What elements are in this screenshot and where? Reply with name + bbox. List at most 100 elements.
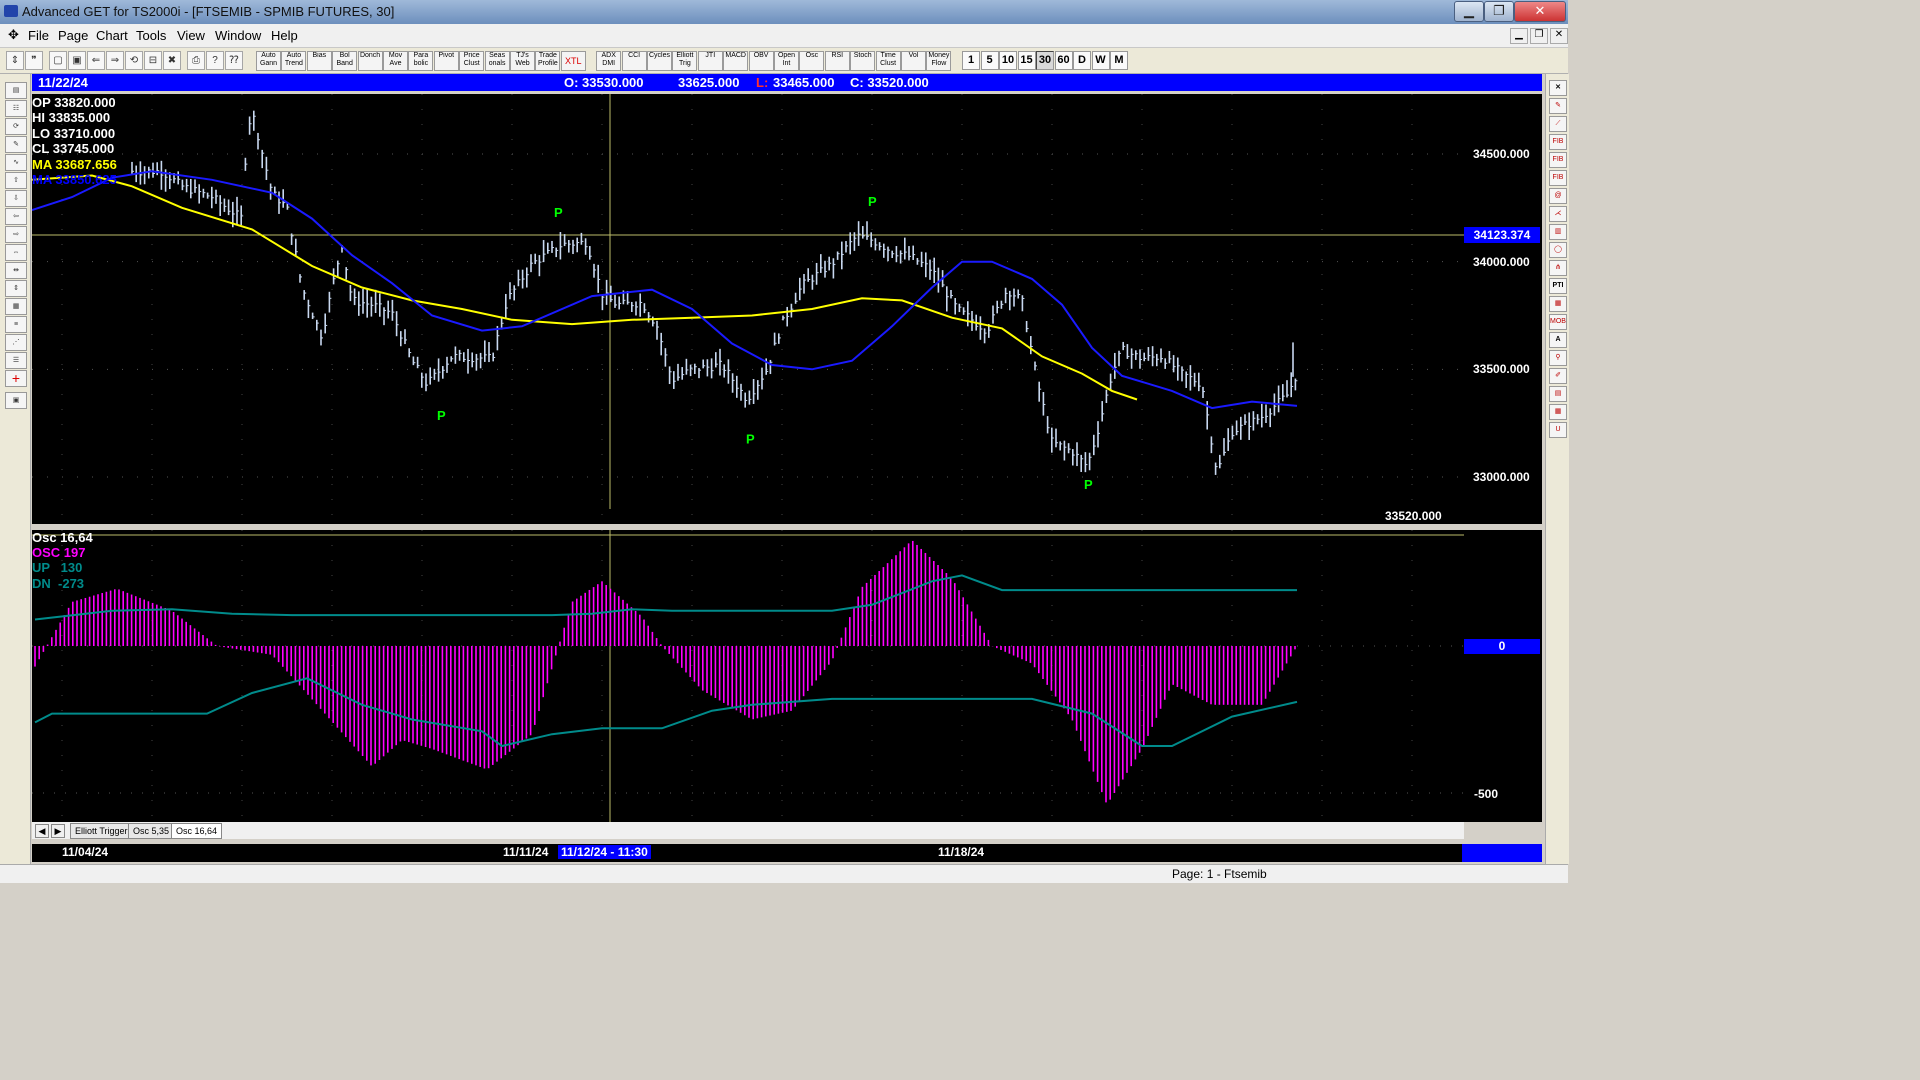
delete-icon[interactable]: ✖ [163, 51, 181, 70]
timeframe-15[interactable]: 15 [1017, 51, 1036, 70]
study-icon[interactable]: ✎ [5, 136, 27, 153]
fib-time-icon[interactable]: FIB [1549, 170, 1567, 186]
gann-fan-icon[interactable]: ⋰ [5, 334, 27, 351]
study-button-osc[interactable]: Osc [799, 51, 825, 71]
study-button-obv[interactable]: OBV [748, 51, 774, 71]
tab-elliott-trigger[interactable]: Elliott Trigger [70, 823, 133, 839]
menu-view[interactable]: View [177, 28, 205, 43]
mob-icon[interactable]: MOB [1549, 314, 1567, 330]
timeframe-30[interactable]: 30 [1036, 51, 1054, 70]
fib-ext-icon[interactable]: FIB [1549, 152, 1567, 168]
tab-osc-16-64[interactable]: Osc 16,64 [171, 823, 223, 839]
menu-help[interactable]: Help [271, 28, 298, 43]
fan-icon[interactable]: ⋌ [1549, 206, 1567, 222]
study-button-open-int[interactable]: Open Int [774, 51, 799, 71]
menu-file[interactable]: File [28, 28, 49, 43]
tab-scroll-right[interactable]: ▶ [51, 824, 65, 838]
study-button-cycles[interactable]: Cycles [647, 51, 672, 71]
study-button-auto-gann[interactable]: Auto Gann [256, 51, 281, 71]
mdi-restore-button[interactable]: ❐ [1530, 28, 1548, 44]
study-button-donch[interactable]: Donch [357, 51, 383, 71]
study-button-money-flow[interactable]: Money Flow [926, 51, 952, 71]
timeframe-60[interactable]: 60 [1054, 51, 1073, 70]
open-icon[interactable]: ▤ [5, 82, 27, 99]
timeframe-5[interactable]: 5 [980, 51, 999, 70]
right-arrow-icon[interactable]: ⇨ [5, 226, 27, 243]
menu-tools[interactable]: Tools [136, 28, 166, 43]
study-button-trade-profile[interactable]: Trade Profile [535, 51, 561, 71]
down-arrow-icon[interactable]: ⇩ [5, 190, 27, 207]
zoom-icon[interactable]: ⚲ [1549, 350, 1567, 366]
forward-icon[interactable]: ⇒ [106, 51, 124, 70]
table-icon[interactable]: ▤ [1549, 386, 1567, 402]
back-icon[interactable]: ⇐ [87, 51, 105, 70]
timeframe-w[interactable]: W [1091, 51, 1110, 70]
timeframe-1[interactable]: 1 [962, 51, 980, 70]
compress-icon[interactable]: ⇹ [5, 262, 27, 279]
context-help-icon[interactable]: ⁇ [225, 51, 243, 70]
grid-icon[interactable]: ▦ [5, 298, 27, 315]
study-button-jti[interactable]: JTI [697, 51, 723, 71]
fib-retrace-icon[interactable]: FIB [1549, 134, 1567, 150]
print-icon[interactable]: ⎙ [187, 51, 205, 70]
pencil-icon[interactable]: ✎ [1549, 98, 1567, 114]
study-button-rsi[interactable]: RSI [824, 51, 850, 71]
mdi-minimize-button[interactable]: ▁ [1510, 28, 1528, 44]
study-button-pivot[interactable]: Pivot [433, 51, 459, 71]
study-button-bol-band[interactable]: Bol Band [332, 51, 358, 71]
crosshair-icon[interactable]: + [5, 370, 27, 387]
tab-osc-5-35[interactable]: Osc 5,35 [128, 823, 175, 839]
fib-icon[interactable]: ☰ [5, 352, 27, 369]
quote-icon[interactable]: ❞ [25, 51, 43, 70]
magnet-icon[interactable]: U [1549, 422, 1567, 438]
study-button-xtl[interactable]: XTL [560, 51, 586, 71]
save-icon[interactable]: ▣ [5, 392, 27, 409]
highlighter-icon[interactable]: ✐ [1549, 368, 1567, 384]
maximize-button[interactable]: ❐ [1484, 1, 1514, 22]
new-page-icon[interactable]: ▢ [49, 51, 67, 70]
study-button-vol[interactable]: Vol [901, 51, 926, 71]
text-icon[interactable]: A [1549, 332, 1567, 348]
reset-icon[interactable]: ⟳ [5, 118, 27, 135]
price-chart-panel[interactable]: P P P P P OP 33820.000 HI 33835.000 LO 33710… [32, 94, 1538, 524]
study-button-auto-trend[interactable]: Auto Trend [281, 51, 307, 71]
left-arrow-icon[interactable]: ⇦ [5, 208, 27, 225]
zoom-out-icon[interactable]: ⊟ [144, 51, 162, 70]
study-button-cci[interactable]: CCI [621, 51, 647, 71]
pti-icon[interactable]: PTI [1549, 278, 1567, 294]
menu-window[interactable]: Window [215, 28, 261, 43]
close-button[interactable]: ✕ [1514, 1, 1566, 22]
pitchfork-icon[interactable]: ⋔ [1549, 260, 1567, 276]
channel-icon[interactable]: ▥ [1549, 224, 1567, 240]
study-button-stoch[interactable]: Stoch [850, 51, 876, 71]
study-button-mov-ave[interactable]: Mov Ave [383, 51, 408, 71]
vertical-zoom-icon[interactable]: ⇕ [5, 280, 27, 297]
menu-chart[interactable]: Chart [96, 28, 128, 43]
study-button-elliott-trig[interactable]: Elliott Trig [672, 51, 698, 71]
copy-page-icon[interactable]: ▣ [68, 51, 86, 70]
study-button-time-clust[interactable]: Time Clust [875, 51, 901, 71]
mdi-close-button[interactable]: ✕ [1550, 28, 1568, 44]
minimize-button[interactable]: ▁ [1454, 1, 1484, 22]
cross-cursor-icon[interactable]: ✕ [1549, 80, 1567, 96]
tab-scroll-left[interactable]: ◀ [35, 824, 49, 838]
study-button-price-clust[interactable]: Price Clust [459, 51, 485, 71]
study-button-adx-dmi[interactable]: ADX DMI [596, 51, 622, 71]
refresh-icon[interactable]: ⟲ [125, 51, 143, 70]
oscillator-panel[interactable]: Osc 16,64 OSC 197 UP 130 DN -273 [32, 530, 1464, 822]
grid-icon[interactable]: ▦ [1549, 296, 1567, 312]
pin-icon[interactable]: ⇕ [6, 51, 24, 70]
expand-icon[interactable]: ⇔ [5, 244, 27, 261]
timeframe-m[interactable]: M [1110, 51, 1128, 70]
menu-page[interactable]: Page [58, 28, 88, 43]
up-arrow-icon[interactable]: ⇧ [5, 172, 27, 189]
elliott-icon[interactable]: ∿ [5, 154, 27, 171]
study-button-bias[interactable]: Bias [306, 51, 332, 71]
ellipse-icon[interactable]: ◯ [1549, 242, 1567, 258]
lines-icon[interactable]: ≡ [5, 316, 27, 333]
study-button-tj-s-web[interactable]: TJ's Web [510, 51, 535, 71]
trendline-icon[interactable]: ⟋ [1549, 116, 1567, 132]
calendar-icon[interactable]: ▦ [1549, 404, 1567, 420]
gann-icon[interactable]: ☷ [5, 100, 27, 117]
timeframe-d[interactable]: D [1073, 51, 1091, 70]
